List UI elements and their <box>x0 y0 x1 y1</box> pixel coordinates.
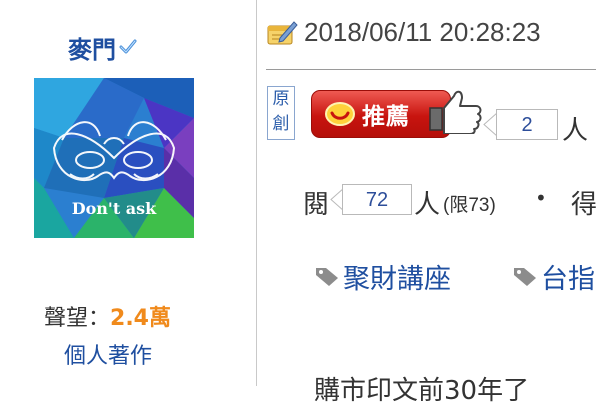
avatar-caption: Don't ask <box>71 199 157 218</box>
tag-link[interactable]: 聚財講座 <box>314 256 451 296</box>
avatar[interactable]: Don't ask <box>34 78 194 238</box>
count-callout-notch <box>483 112 497 137</box>
tag-link[interactable]: 台指 <box>512 256 595 296</box>
post-body-snippet: 購市印文前30年了 <box>314 376 530 406</box>
verified-check-icon <box>119 39 137 54</box>
read-limit: (限73) <box>443 195 496 216</box>
pencil-notepad-icon <box>267 21 298 45</box>
tag-icon <box>316 268 338 286</box>
post-date-row: 2018/06/11 20:28:23 <box>266 12 541 52</box>
post-datetime: 2018/06/11 20:28:23 <box>304 16 541 47</box>
author-name-text[interactable]: 麥門 <box>68 30 116 65</box>
read-label: 閱 <box>303 190 330 220</box>
read-count: 72 <box>342 184 412 215</box>
score-label: 得 <box>571 190 596 220</box>
tag-label: 聚財講座 <box>343 263 451 295</box>
reputation-value: 2.4萬 <box>110 306 171 331</box>
thumbs-up-icon[interactable] <box>428 86 484 134</box>
coin-icon <box>325 102 355 126</box>
recommend-label: 推薦 <box>362 104 410 130</box>
read-unit: 人 <box>414 190 441 220</box>
author-name[interactable]: 麥門 <box>68 30 137 64</box>
reputation: 聲望：2.4萬 <box>44 300 171 332</box>
panel-divider <box>256 0 257 386</box>
separator-dot: • <box>535 186 547 210</box>
original-badge: 原創 <box>267 86 295 140</box>
header-divider <box>266 69 596 70</box>
author-panel: 麥門 Don't ask 聲望：2.4萬 個人著作 <box>0 0 256 386</box>
recommend-count: 2 <box>496 109 558 140</box>
tag-label: 台指 <box>541 263 595 295</box>
personal-works-link[interactable]: 個人著作 <box>64 338 152 370</box>
tag-icon <box>514 268 536 286</box>
recommend-unit: 人 <box>562 116 589 146</box>
reputation-label: 聲望： <box>44 306 111 331</box>
